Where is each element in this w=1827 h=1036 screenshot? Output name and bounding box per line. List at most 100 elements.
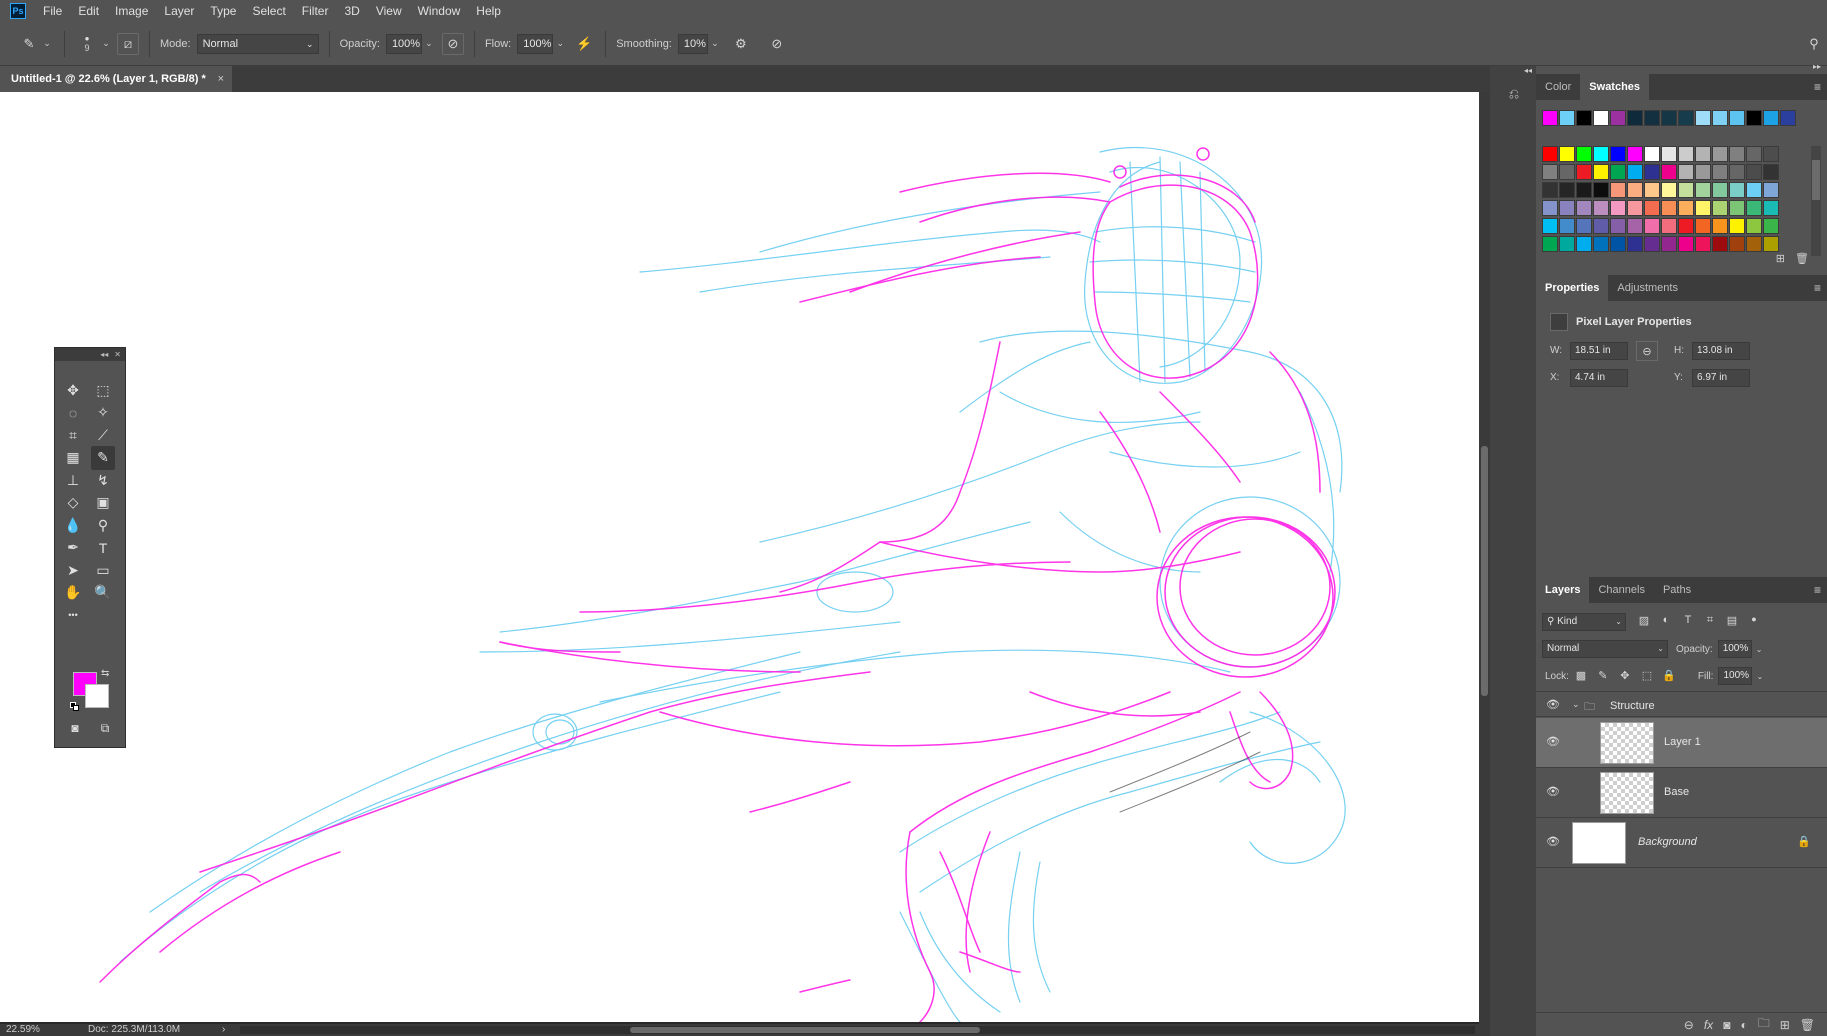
swatch[interactable] — [1661, 218, 1677, 234]
swatch[interactable] — [1610, 218, 1626, 234]
swatch[interactable] — [1763, 182, 1779, 198]
swatch[interactable] — [1576, 110, 1592, 126]
swatch[interactable] — [1729, 182, 1745, 198]
swatch[interactable] — [1678, 236, 1694, 252]
flow-input[interactable]: 100% — [517, 33, 554, 54]
swatch[interactable] — [1678, 146, 1694, 162]
smoothing-settings-gear-icon[interactable]: ⚙ — [730, 33, 752, 55]
swatch[interactable] — [1627, 110, 1643, 126]
visibility-eye-icon[interactable]: 👁 — [1545, 698, 1561, 714]
swatch[interactable] — [1627, 200, 1643, 216]
swatch[interactable] — [1746, 146, 1762, 162]
layer-style-fx-icon[interactable]: fx — [1704, 1018, 1713, 1032]
swatch[interactable] — [1559, 236, 1575, 252]
swatch[interactable] — [1712, 200, 1728, 216]
blur-tool-icon[interactable]: 💧 — [61, 513, 85, 537]
airbrush-icon[interactable]: ⚡ — [573, 33, 595, 55]
width-field[interactable]: 18.51 in — [1570, 342, 1628, 360]
eraser-tool-icon[interactable]: ◇ — [61, 491, 85, 515]
brush-size-dropdown[interactable]: ⌄ — [99, 34, 113, 54]
swatch[interactable] — [1593, 164, 1609, 180]
swatch[interactable] — [1746, 110, 1762, 126]
opacity-dropdown[interactable]: ⌄ — [422, 34, 436, 54]
swatch[interactable] — [1763, 110, 1779, 126]
lock-all-icon[interactable]: 🔒 — [1662, 669, 1676, 683]
swatch[interactable] — [1661, 146, 1677, 162]
default-colors-icon[interactable] — [70, 702, 79, 711]
filter-toggle-icon[interactable]: ● — [1746, 614, 1762, 630]
photoshop-logo-icon[interactable]: Ps — [10, 3, 26, 19]
height-field[interactable]: 13.08 in — [1692, 342, 1750, 360]
menu-3d[interactable]: 3D — [336, 0, 367, 22]
swatch[interactable] — [1661, 236, 1677, 252]
swatch[interactable] — [1746, 200, 1762, 216]
swatch[interactable] — [1678, 200, 1694, 216]
adjustment-layer-icon[interactable]: ◐ — [1740, 1018, 1747, 1032]
swatch[interactable] — [1695, 236, 1711, 252]
menu-image[interactable]: Image — [107, 0, 156, 22]
visibility-eye-icon[interactable]: 👁 — [1545, 785, 1561, 801]
swatch[interactable] — [1712, 218, 1728, 234]
filter-smart-object-icon[interactable]: ▤ — [1724, 614, 1740, 630]
swatch[interactable] — [1644, 218, 1660, 234]
eyedropper-tool-icon[interactable]: ⟋ — [91, 423, 115, 447]
visibility-eye-icon[interactable]: 👁 — [1545, 735, 1561, 751]
swatch[interactable] — [1610, 164, 1626, 180]
close-tab-icon[interactable]: × — [218, 66, 224, 92]
swatch[interactable] — [1610, 236, 1626, 252]
swatch[interactable] — [1559, 146, 1575, 162]
lock-transparent-icon[interactable]: ▩ — [1574, 669, 1588, 683]
layer-opacity-input[interactable]: 100% — [1717, 640, 1752, 658]
brush-tool-icon[interactable]: ✎ — [91, 445, 115, 470]
panel-menu-icon[interactable]: ≡ — [1814, 275, 1821, 301]
swatch[interactable] — [1610, 182, 1626, 198]
swatch[interactable] — [1593, 146, 1609, 162]
swatch[interactable] — [1542, 218, 1558, 234]
panel-menu-icon[interactable]: ≡ — [1814, 577, 1821, 603]
brush-panel-toggle-icon[interactable]: ⧄ — [117, 32, 139, 55]
swatch[interactable] — [1627, 182, 1643, 198]
swatch[interactable] — [1542, 236, 1558, 252]
swatch[interactable] — [1763, 146, 1779, 162]
swatch[interactable] — [1729, 164, 1745, 180]
filter-pixel-icon[interactable]: ▨ — [1636, 614, 1652, 630]
layer-lock-icon[interactable]: 🔒 — [1797, 835, 1811, 848]
swatch[interactable] — [1763, 236, 1779, 252]
swatch[interactable] — [1542, 146, 1558, 162]
swatch[interactable] — [1746, 182, 1762, 198]
horizontal-scrollbar[interactable] — [240, 1026, 1475, 1034]
swatch[interactable] — [1576, 164, 1592, 180]
swatch[interactable] — [1627, 218, 1643, 234]
swatch[interactable] — [1763, 218, 1779, 234]
swatch[interactable] — [1559, 218, 1575, 234]
status-menu-arrow-icon[interactable]: › — [222, 1024, 225, 1036]
vertical-scrollbar[interactable] — [1479, 92, 1490, 1024]
panel-menu-icon[interactable]: ≡ — [1814, 74, 1821, 100]
document-canvas[interactable] — [0, 92, 1479, 1022]
menu-window[interactable]: Window — [410, 0, 469, 22]
document-tab[interactable]: Untitled-1 @ 22.6% (Layer 1, RGB/8) * × — [0, 66, 232, 92]
chevron-down-icon[interactable]: ⌄ — [1756, 645, 1763, 654]
swatch[interactable] — [1695, 110, 1711, 126]
hand-tool-icon[interactable]: ✋ — [61, 581, 85, 605]
swatch[interactable] — [1712, 146, 1728, 162]
layer-row-layer-1[interactable]: 👁 Layer 1 — [1536, 718, 1827, 768]
swatch[interactable] — [1729, 146, 1745, 162]
close-icon[interactable]: ✕ — [114, 350, 121, 359]
swatch[interactable] — [1695, 218, 1711, 234]
swatch[interactable] — [1661, 164, 1677, 180]
swatch[interactable] — [1746, 164, 1762, 180]
swatch[interactable] — [1593, 182, 1609, 198]
dodge-tool-icon[interactable]: ⚲ — [91, 513, 115, 537]
smoothing-input[interactable]: 10% — [677, 33, 708, 54]
swatch[interactable] — [1644, 200, 1660, 216]
menu-view[interactable]: View — [368, 0, 410, 22]
chevron-down-icon[interactable]: ⌄ — [1756, 672, 1763, 681]
menu-help[interactable]: Help — [468, 0, 509, 22]
swatch[interactable] — [1593, 236, 1609, 252]
swatch[interactable] — [1644, 164, 1660, 180]
brush-preset-dropdown[interactable]: ⌄ — [40, 34, 54, 54]
swatch[interactable] — [1644, 110, 1660, 126]
tab-paths[interactable]: Paths — [1654, 577, 1700, 603]
swatch[interactable] — [1610, 200, 1626, 216]
